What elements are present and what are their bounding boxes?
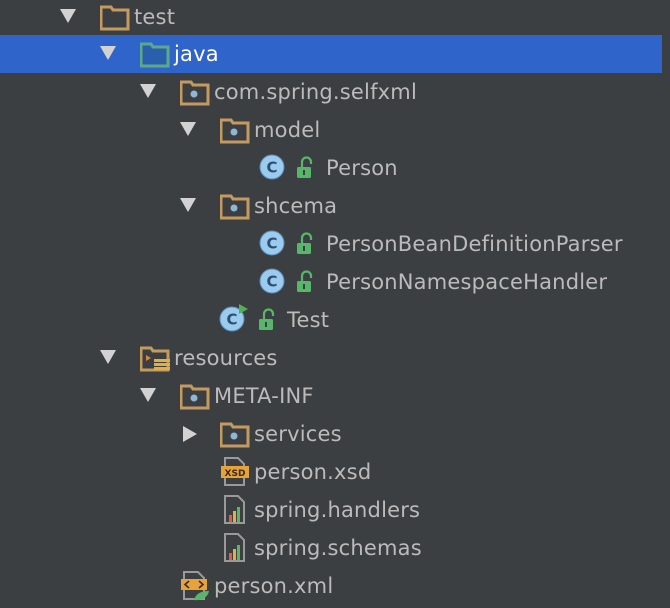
resources-folder-icon	[140, 339, 176, 377]
tree-row-label: spring.schemas	[254, 536, 422, 560]
unlock-icon	[294, 149, 318, 187]
tree-row-test-class[interactable]: C Test	[0, 301, 662, 339]
svg-text:C: C	[266, 235, 277, 253]
class-icon: C	[258, 225, 294, 263]
xsd-file-icon: XSD	[220, 453, 256, 491]
tree-row-label: spring.handlers	[254, 498, 421, 522]
package-icon	[180, 377, 216, 415]
tree-row-spring-handlers[interactable]: spring.handlers	[0, 491, 662, 529]
tree-row-model[interactable]: model	[0, 111, 662, 149]
expand-arrow-icon[interactable]	[140, 388, 156, 402]
tree-row-com-spring-selfxml[interactable]: com.spring.selfxml	[0, 73, 662, 111]
svg-text:C: C	[266, 273, 277, 291]
expand-arrow-icon[interactable]	[180, 122, 196, 136]
tree-row-label: PersonBeanDefinitionParser	[326, 232, 623, 256]
expand-arrow-icon[interactable]	[60, 9, 76, 23]
tree-row-label: META-INF	[214, 384, 314, 408]
expand-arrow-icon[interactable]	[100, 350, 116, 364]
xsd-badge: XSD	[225, 469, 246, 479]
class-icon: C	[258, 263, 294, 301]
tree-row-label: person.xml	[214, 574, 334, 598]
tree-row-java[interactable]: java	[0, 35, 662, 73]
tree-row-label: java	[174, 42, 219, 66]
package-icon	[220, 415, 256, 453]
tree-row-label: resources	[174, 346, 278, 370]
source-folder-icon	[140, 35, 176, 73]
tree-row-label: Test	[287, 308, 330, 332]
unlock-icon	[256, 301, 280, 339]
tree-row-meta-inf[interactable]: META-INF	[0, 377, 662, 415]
tree-row-person-bean-definition-parser[interactable]: C PersonBeanDefinitionParser	[0, 225, 662, 263]
package-icon	[220, 111, 256, 149]
folder-icon	[100, 0, 136, 36]
tree-row-person-xml[interactable]: person.xml	[0, 567, 662, 605]
tree-row-label: shcema	[254, 194, 338, 218]
tree-row-shcema[interactable]: shcema	[0, 187, 662, 225]
project-tree: test java com.spring.selfxml model C Per…	[0, 0, 662, 608]
unlock-icon	[294, 263, 318, 301]
expand-arrow-icon[interactable]	[180, 198, 196, 212]
tree-row-person[interactable]: C Person	[0, 149, 662, 187]
tree-row-resources[interactable]: resources	[0, 339, 662, 377]
xml-file-icon	[180, 567, 216, 605]
tree-row-spring-schemas[interactable]: spring.schemas	[0, 529, 662, 567]
package-icon	[220, 187, 256, 225]
expand-arrow-icon[interactable]	[100, 46, 116, 60]
tree-row-label: services	[254, 422, 342, 446]
svg-text:C: C	[226, 311, 237, 329]
tree-row-label: test	[134, 5, 176, 29]
properties-file-icon	[220, 491, 256, 529]
expand-arrow-icon[interactable]	[140, 84, 156, 98]
tree-row-services[interactable]: services	[0, 415, 662, 453]
tree-row-person-namespace-handler[interactable]: C PersonNamespaceHandler	[0, 263, 662, 301]
collapse-arrow-icon[interactable]	[183, 426, 197, 442]
tree-row-label: Person	[326, 156, 398, 180]
tree-row-label: PersonNamespaceHandler	[326, 270, 608, 294]
tree-row-person-xsd[interactable]: XSD person.xsd	[0, 453, 662, 491]
svg-text:C: C	[266, 159, 277, 177]
tree-row-label: com.spring.selfxml	[214, 80, 417, 104]
package-icon	[180, 73, 216, 111]
tree-row-label: person.xsd	[254, 460, 372, 484]
unlock-icon	[294, 225, 318, 263]
properties-file-icon	[220, 529, 256, 567]
tree-row-label: model	[254, 118, 321, 142]
runnable-class-icon: C	[218, 301, 254, 339]
class-icon: C	[258, 149, 294, 187]
tree-row-test[interactable]: test	[0, 0, 662, 36]
